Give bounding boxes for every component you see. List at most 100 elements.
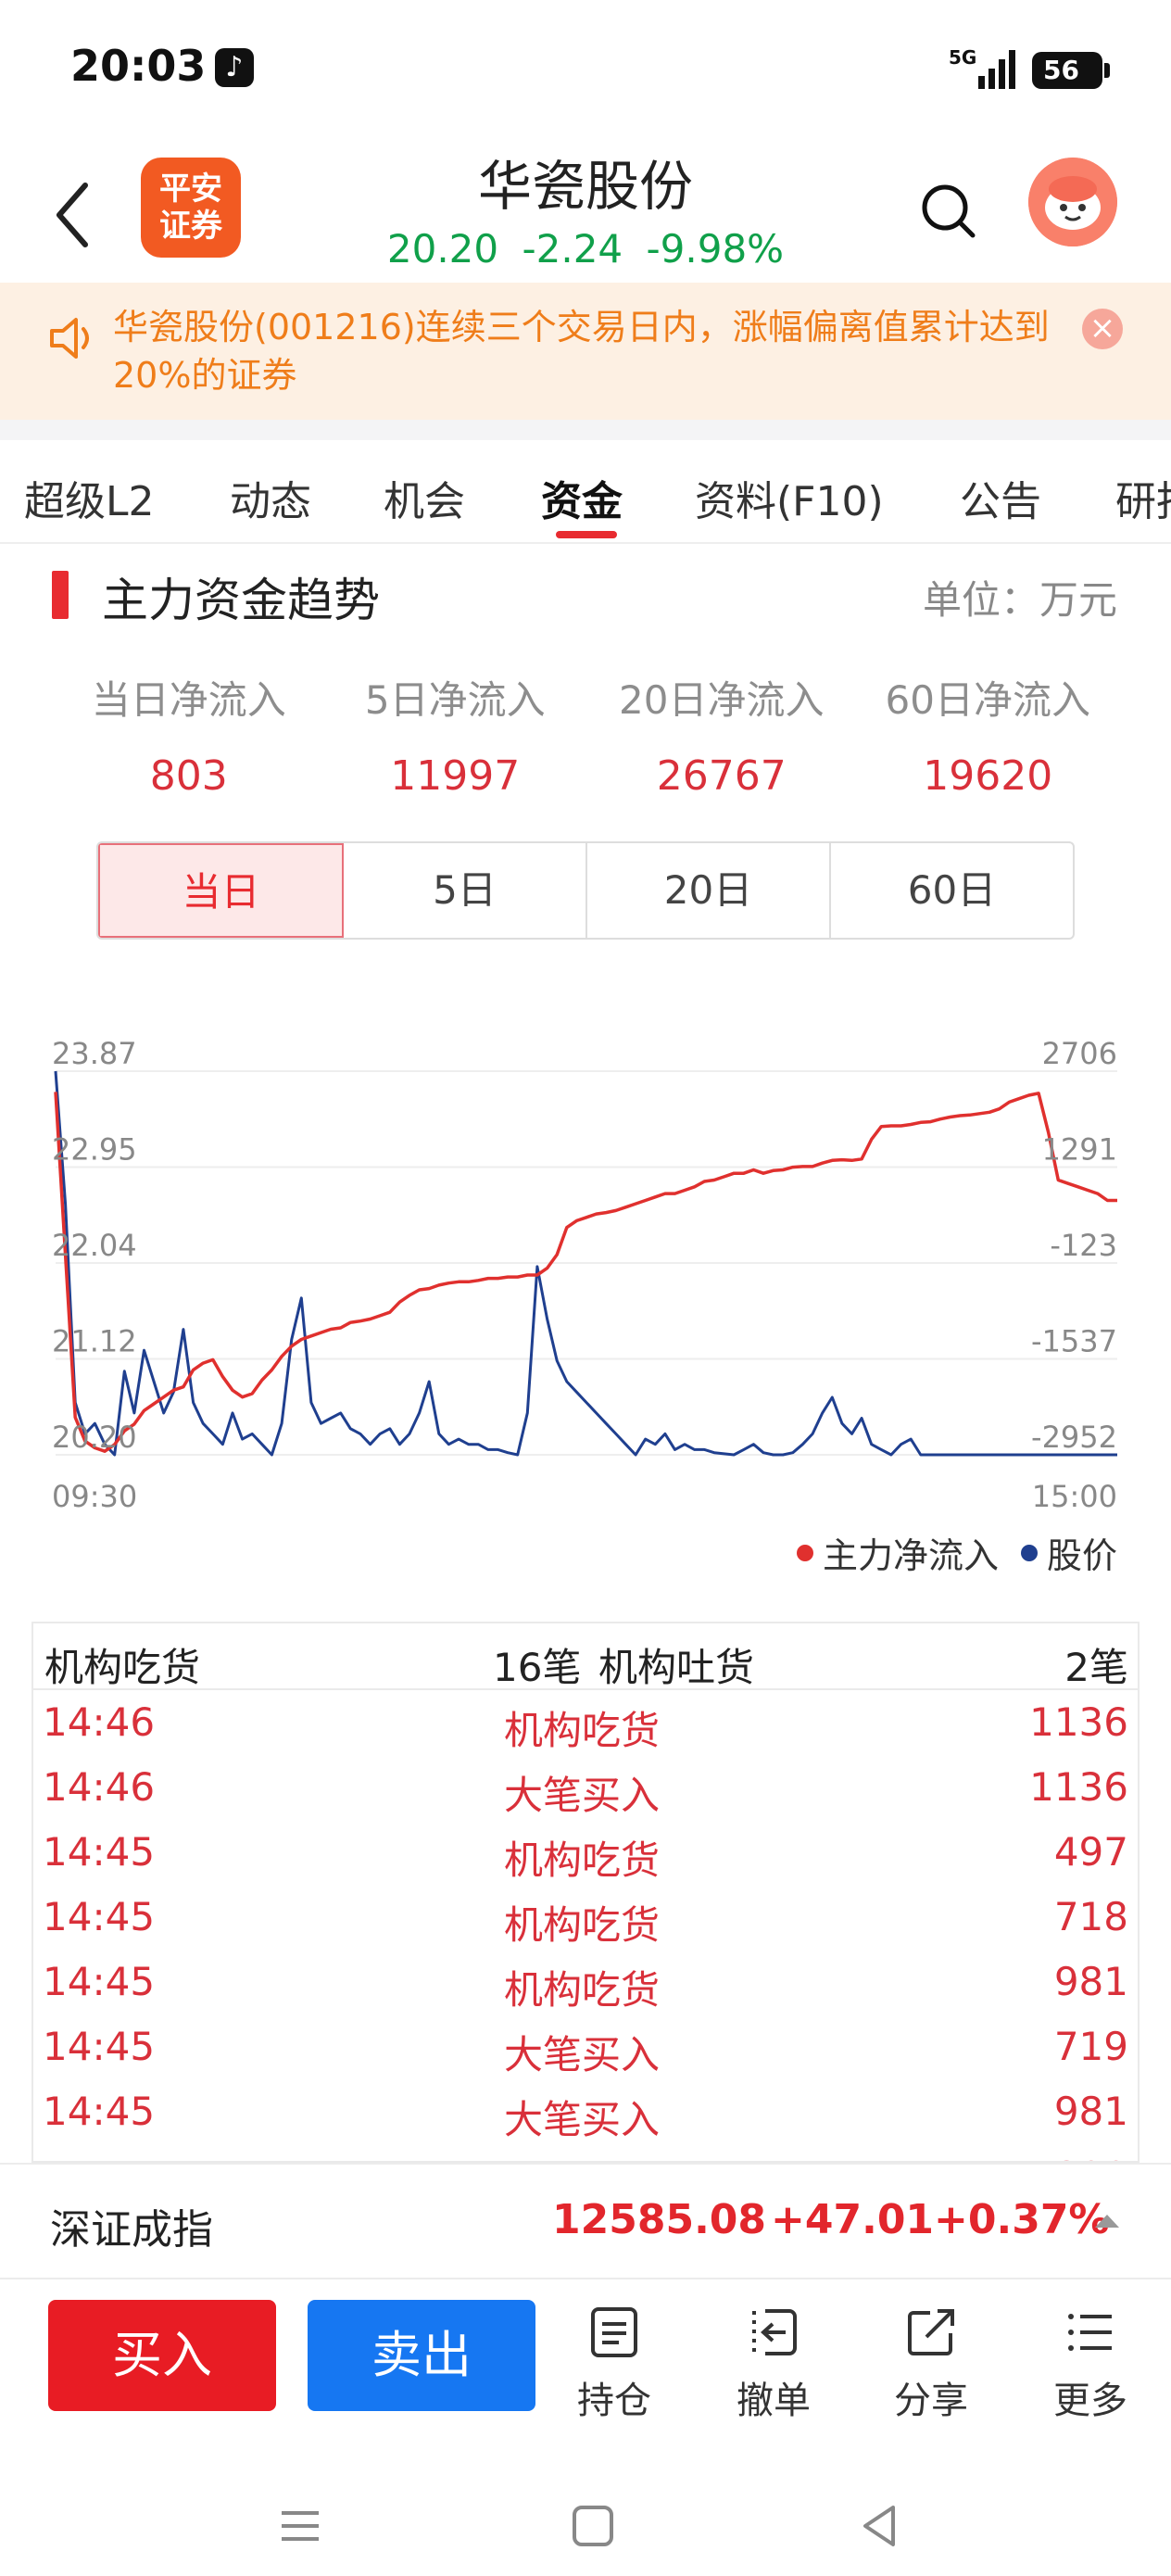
trade-time: 14:46 bbox=[43, 1764, 156, 1810]
positions-label: 持仓 bbox=[577, 2380, 651, 2422]
trade-time: 14:45 bbox=[43, 1894, 156, 1939]
trade-amount: 1136 bbox=[1029, 1764, 1128, 1810]
trade-type: 大笔买入 bbox=[504, 1773, 661, 1818]
stock-quote: 20.20 -2.24 -9.98% bbox=[0, 226, 1171, 271]
positions-icon bbox=[591, 2307, 637, 2357]
institution-trades-table: 机构吃货 16笔 机构吐货 2笔 14:46 机构吃货 1136 14:46 大笔买入 1… bbox=[31, 1622, 1140, 2163]
trade-type: 机构吃货 bbox=[504, 1708, 661, 1753]
tab-super-l2[interactable]: 超级L2 bbox=[24, 468, 155, 527]
tab-f10[interactable]: 资料(F10) bbox=[695, 468, 884, 527]
trades-buy-count: 16笔 bbox=[493, 1645, 582, 1690]
right-axis-tick: -2952 bbox=[1031, 1420, 1117, 1455]
cancel-order-label: 撤单 bbox=[737, 2380, 811, 2422]
trade-type: 大笔买入 bbox=[504, 2097, 661, 2142]
trade-amount: 981 bbox=[1053, 2089, 1128, 2134]
more-list-icon bbox=[1068, 2314, 1112, 2351]
right-axis-tick: -1537 bbox=[1031, 1324, 1117, 1359]
left-axis-tick: 20.20 bbox=[52, 1420, 137, 1455]
status-time: 20:03 bbox=[70, 41, 207, 91]
tab-dynamics[interactable]: 动态 bbox=[230, 468, 311, 527]
close-icon: × bbox=[1089, 309, 1116, 347]
index-ticker[interactable]: 深证成指 12585.08 +47.01 +0.37% bbox=[0, 2163, 1171, 2279]
stock-tabs: 超级L2 动态 机会 资金 资料(F10) 公告 研报 bbox=[0, 440, 1171, 542]
avatar[interactable] bbox=[1028, 158, 1117, 246]
trade-type: 机构吃货 bbox=[504, 1967, 661, 2013]
left-axis-tick: 22.04 bbox=[52, 1228, 137, 1263]
trade-amount: 981 bbox=[1053, 1959, 1128, 2004]
index-change-pct: +0.37% bbox=[934, 2196, 1110, 2243]
right-axis-tick: 1291 bbox=[1042, 1132, 1117, 1168]
x-axis-end-label: 15:00 bbox=[1032, 1479, 1117, 1514]
positions-button[interactable]: 持仓 bbox=[554, 2304, 674, 2424]
legend-dot-net-inflow bbox=[796, 1544, 813, 1561]
trades-buy-label: 机构吃货 bbox=[44, 1645, 201, 1690]
period-selector: 当日 5日 20日 60日 bbox=[96, 841, 1075, 940]
index-change: +47.01 bbox=[771, 2196, 935, 2243]
left-axis-tick: 23.87 bbox=[52, 1036, 137, 1071]
trade-row: 14:45 机构吃货 800 bbox=[33, 2144, 1138, 2161]
section-unit: 单位：万元 bbox=[922, 577, 1117, 623]
notice-banner[interactable]: 华瓷股份(001216)连续三个交易日内，涨幅偏离值累计达到20%的证券 × bbox=[0, 283, 1171, 420]
active-tab-indicator bbox=[556, 531, 617, 538]
period-day-button[interactable]: 当日 bbox=[98, 843, 344, 938]
tab-research[interactable]: 研报 bbox=[1115, 468, 1171, 527]
series-line-net-inflow bbox=[54, 1092, 1117, 1453]
trade-row: 14:45 大笔买入 981 bbox=[33, 2079, 1138, 2144]
system-nav-bar bbox=[0, 2465, 1171, 2576]
flow-label-60d: 60日净流入 bbox=[885, 677, 1090, 723]
status-bar: 20:03 ♪ 5G 56 bbox=[0, 0, 1171, 139]
expand-arrow-icon[interactable] bbox=[1095, 2215, 1119, 2228]
divider bbox=[0, 420, 1171, 440]
bottom-toolbar: 买入 卖出 持仓 撤单 分享 更多 bbox=[0, 2279, 1171, 2465]
divider bbox=[0, 542, 1171, 544]
network-type: 5G bbox=[949, 46, 977, 69]
flow-value-60d: 19620 bbox=[923, 752, 1053, 800]
legend-dot-price bbox=[1020, 1544, 1038, 1561]
stock-header: 平安证券 华瓷股份 20.20 -2.24 -9.98% bbox=[0, 139, 1171, 283]
more-button[interactable]: 更多 bbox=[1030, 2304, 1151, 2424]
period-20d-button[interactable]: 20日 bbox=[587, 843, 831, 938]
x-axis-start-label: 09:30 bbox=[52, 1479, 137, 1514]
index-value: 12585.08 bbox=[552, 2196, 767, 2243]
search-icon[interactable] bbox=[917, 180, 978, 241]
stock-change-pct: -9.98% bbox=[646, 226, 785, 271]
trade-time: 14:46 bbox=[43, 1699, 156, 1745]
menu-icon[interactable] bbox=[272, 2498, 328, 2554]
trade-row: 14:45 大笔买入 719 bbox=[33, 2014, 1138, 2079]
stock-change: -2.24 bbox=[522, 226, 623, 271]
trade-type: 大笔买入 bbox=[504, 2032, 661, 2077]
flow-label-day: 当日净流入 bbox=[91, 677, 286, 723]
cancel-order-icon bbox=[752, 2309, 797, 2355]
back-triangle-icon[interactable] bbox=[852, 2498, 908, 2554]
more-label: 更多 bbox=[1053, 2380, 1127, 2422]
chart-legend: 主力净流入 股价 bbox=[796, 1527, 1117, 1578]
period-5d-button[interactable]: 5日 bbox=[344, 843, 587, 938]
sell-button[interactable]: 卖出 bbox=[308, 2300, 535, 2411]
signal-strength-icon bbox=[978, 50, 1015, 89]
trade-amount: 719 bbox=[1053, 2024, 1128, 2069]
flow-label-5d: 5日净流入 bbox=[364, 677, 546, 723]
legend-price: 股价 bbox=[1046, 1535, 1117, 1576]
legend-net-inflow: 主力净流入 bbox=[822, 1535, 999, 1576]
trade-row: 14:45 机构吃货 497 bbox=[33, 1820, 1138, 1885]
tab-opportunity[interactable]: 机会 bbox=[384, 468, 465, 527]
trade-row: 14:45 机构吃货 981 bbox=[33, 1950, 1138, 2014]
trades-sell-label: 机构吐货 bbox=[598, 1645, 755, 1690]
left-axis-tick: 22.95 bbox=[52, 1132, 137, 1168]
right-axis-tick: 2706 bbox=[1042, 1036, 1117, 1071]
fund-trend-chart: 23.87 22.95 22.04 21.12 20.20 2706 1291 -123 -15… bbox=[0, 1010, 1171, 1529]
tab-announcements[interactable]: 公告 bbox=[960, 468, 1041, 527]
buy-button[interactable]: 买入 bbox=[48, 2300, 276, 2411]
chart-svg: 23.87 22.95 22.04 21.12 20.20 2706 1291 -123 -15… bbox=[52, 1036, 1117, 1514]
share-button[interactable]: 分享 bbox=[871, 2304, 991, 2424]
trade-amount: 497 bbox=[1053, 1829, 1128, 1875]
trade-amount: 800 bbox=[1054, 2153, 1128, 2161]
tab-funds[interactable]: 资金 bbox=[541, 468, 623, 527]
period-60d-button[interactable]: 60日 bbox=[831, 843, 1073, 938]
cancel-order-button[interactable]: 撤单 bbox=[713, 2304, 834, 2424]
notice-close-button[interactable]: × bbox=[1082, 309, 1123, 349]
share-icon bbox=[908, 2309, 954, 2355]
home-icon[interactable] bbox=[565, 2498, 621, 2554]
battery-icon: 56 bbox=[1032, 52, 1110, 89]
index-name: 深证成指 bbox=[50, 2206, 213, 2254]
